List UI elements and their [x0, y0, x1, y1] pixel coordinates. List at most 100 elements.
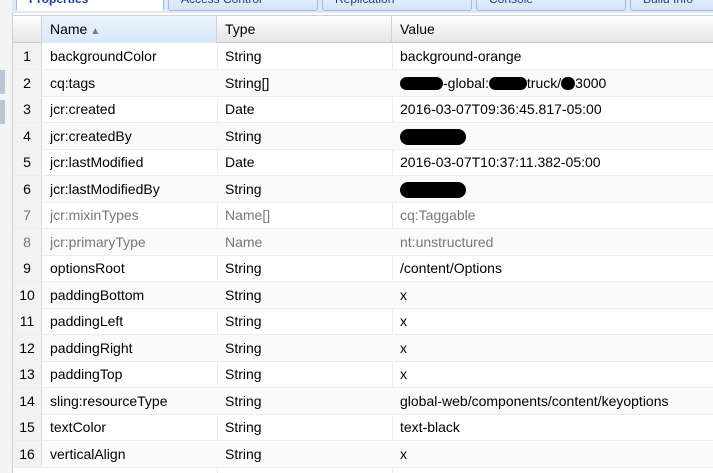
table-row[interactable]: 12 paddingRight String x — [13, 334, 713, 362]
property-name: jcr:primaryType — [50, 233, 146, 250]
property-value: 2016-03-07T09:36:45.817-05:00 — [400, 101, 602, 117]
row-number: 10 — [13, 281, 42, 308]
property-type: String — [225, 339, 262, 356]
row-number-header — [13, 16, 42, 43]
row-number: 7 — [13, 202, 42, 228]
property-name: jcr:lastModifiedBy — [50, 180, 160, 197]
table-row[interactable]: 3 jcr:created Date 2016-03-07T09:36:45.817-… — [13, 96, 713, 123]
tab-replication[interactable]: Replication — [322, 0, 472, 11]
row-number: 15 — [13, 414, 42, 440]
table-row[interactable]: 11 paddingLeft String x — [13, 308, 713, 335]
property-name: paddingBottom — [50, 286, 145, 303]
grid-header: Name ▲ Type Value — [13, 15, 713, 43]
property-value: -global: truck/3000 — [400, 70, 713, 96]
row-number: 12 — [13, 334, 42, 361]
property-name: cq:tags — [50, 74, 96, 91]
property-value: text-black — [400, 419, 460, 435]
property-value: /content/Options — [400, 260, 502, 276]
property-value: cq:Taggable — [400, 207, 476, 223]
table-row[interactable]: 8 jcr:primaryType Name nt:unstructured — [13, 228, 713, 256]
row-number: 4 — [13, 122, 42, 149]
table-row[interactable]: 1 backgroundColor String background-orange — [13, 43, 713, 70]
property-name: verticalAlign — [50, 445, 126, 462]
tab-build-info[interactable]: Build Info — [630, 0, 713, 11]
table-row[interactable]: 15 textColor String text-black — [13, 414, 713, 441]
sort-ascending-icon: ▲ — [90, 26, 101, 37]
property-type: String — [225, 48, 262, 64]
property-type: String — [225, 260, 262, 276]
property-value: x — [400, 339, 407, 356]
table-row[interactable]: 5 jcr:lastModified Date 2016-03-07T10:37:11… — [13, 149, 713, 176]
column-header-value[interactable]: Value — [392, 16, 713, 43]
tab-console[interactable]: Console — [476, 0, 626, 11]
redaction-mark — [561, 77, 576, 91]
property-type: Name[] — [225, 207, 271, 223]
property-value: background-orange — [400, 48, 522, 64]
property-value: nt:unstructured — [400, 233, 494, 250]
property-type: String — [225, 180, 262, 197]
table-row[interactable]: 7 jcr:mixinTypes Name[] cq:Taggable — [13, 202, 713, 229]
tag-text: 3000 — [575, 74, 607, 91]
property-type: Name — [225, 233, 263, 250]
row-number: 8 — [13, 228, 42, 255]
property-type: String — [225, 445, 262, 462]
tag-text: -global: — [443, 74, 489, 91]
property-name: paddingRight — [50, 339, 133, 356]
tab-access-control[interactable]: Access Control — [168, 0, 318, 11]
row-number: 14 — [13, 387, 42, 414]
row-number: 9 — [13, 255, 42, 281]
table-row[interactable]: 10 paddingBottom String x — [13, 281, 713, 309]
property-name: paddingTop — [50, 366, 123, 382]
tag-text: truck/ — [526, 74, 562, 91]
property-value: x — [400, 445, 407, 462]
table-row[interactable]: 14 sling:resourceType String global-web/com… — [13, 387, 713, 415]
property-name: backgroundColor — [50, 48, 157, 64]
panel-collapse-handle[interactable] — [0, 70, 5, 94]
row-number: 1 — [13, 43, 42, 69]
property-name: jcr:createdBy — [50, 127, 132, 144]
property-name: optionsRoot — [50, 260, 125, 276]
property-name: jcr:lastModified — [50, 154, 144, 170]
property-value: 2016-03-07T10:37:11.382-05:00 — [400, 154, 601, 170]
property-value: x — [400, 286, 407, 303]
column-header-name-label: Name — [50, 21, 88, 37]
column-header-value-label: Value — [400, 21, 435, 37]
table-row[interactable]: 16 verticalAlign String x — [13, 440, 713, 468]
redaction-mark — [488, 77, 527, 91]
redaction-mark — [400, 77, 443, 91]
property-name: textColor — [50, 419, 107, 435]
row-number: 2 — [13, 69, 42, 96]
property-type: Date — [225, 154, 255, 170]
property-name: paddingLeft — [50, 313, 124, 329]
property-name: sling:resourceType — [50, 392, 168, 409]
property-name: jcr:mixinTypes — [50, 207, 139, 223]
tab-bar: Properties Access Control Replication Co… — [12, 0, 713, 13]
property-value: x — [400, 366, 407, 382]
table-row[interactable]: 6 jcr:lastModifiedBy String — [13, 175, 713, 203]
tab-properties[interactable]: Properties — [16, 0, 164, 11]
row-number: 6 — [13, 175, 42, 202]
property-type: String — [225, 127, 262, 144]
table-row[interactable]: 9 optionsRoot String/content/Options — [13, 255, 713, 282]
property-type: String — [225, 419, 262, 435]
property-value: x — [400, 313, 407, 329]
property-type: String — [225, 392, 262, 409]
row-number: 16 — [13, 440, 42, 467]
property-type: Date — [225, 101, 255, 117]
property-name: jcr:created — [50, 101, 116, 117]
table-row[interactable]: 4 jcr:createdBy String — [13, 122, 713, 150]
row-number: 11 — [13, 308, 42, 334]
property-type: String — [225, 286, 262, 303]
redaction-mark — [400, 128, 466, 145]
table-row[interactable]: 2 cq:tags String[] -global: truck/3000 — [13, 69, 713, 97]
panel-collapse-handle[interactable] — [0, 100, 5, 124]
table-row[interactable]: 13 paddingTop String x — [13, 361, 713, 388]
properties-grid: Name ▲ Type Value 1 backgroundColor String b… — [12, 13, 713, 473]
row-number: 13 — [13, 361, 42, 387]
row-number: 3 — [13, 96, 42, 122]
property-value — [400, 176, 713, 202]
property-value — [400, 123, 713, 149]
column-header-type-label: Type — [225, 21, 256, 37]
column-header-name[interactable]: Name ▲ — [42, 16, 217, 43]
column-header-type[interactable]: Type — [217, 16, 392, 43]
